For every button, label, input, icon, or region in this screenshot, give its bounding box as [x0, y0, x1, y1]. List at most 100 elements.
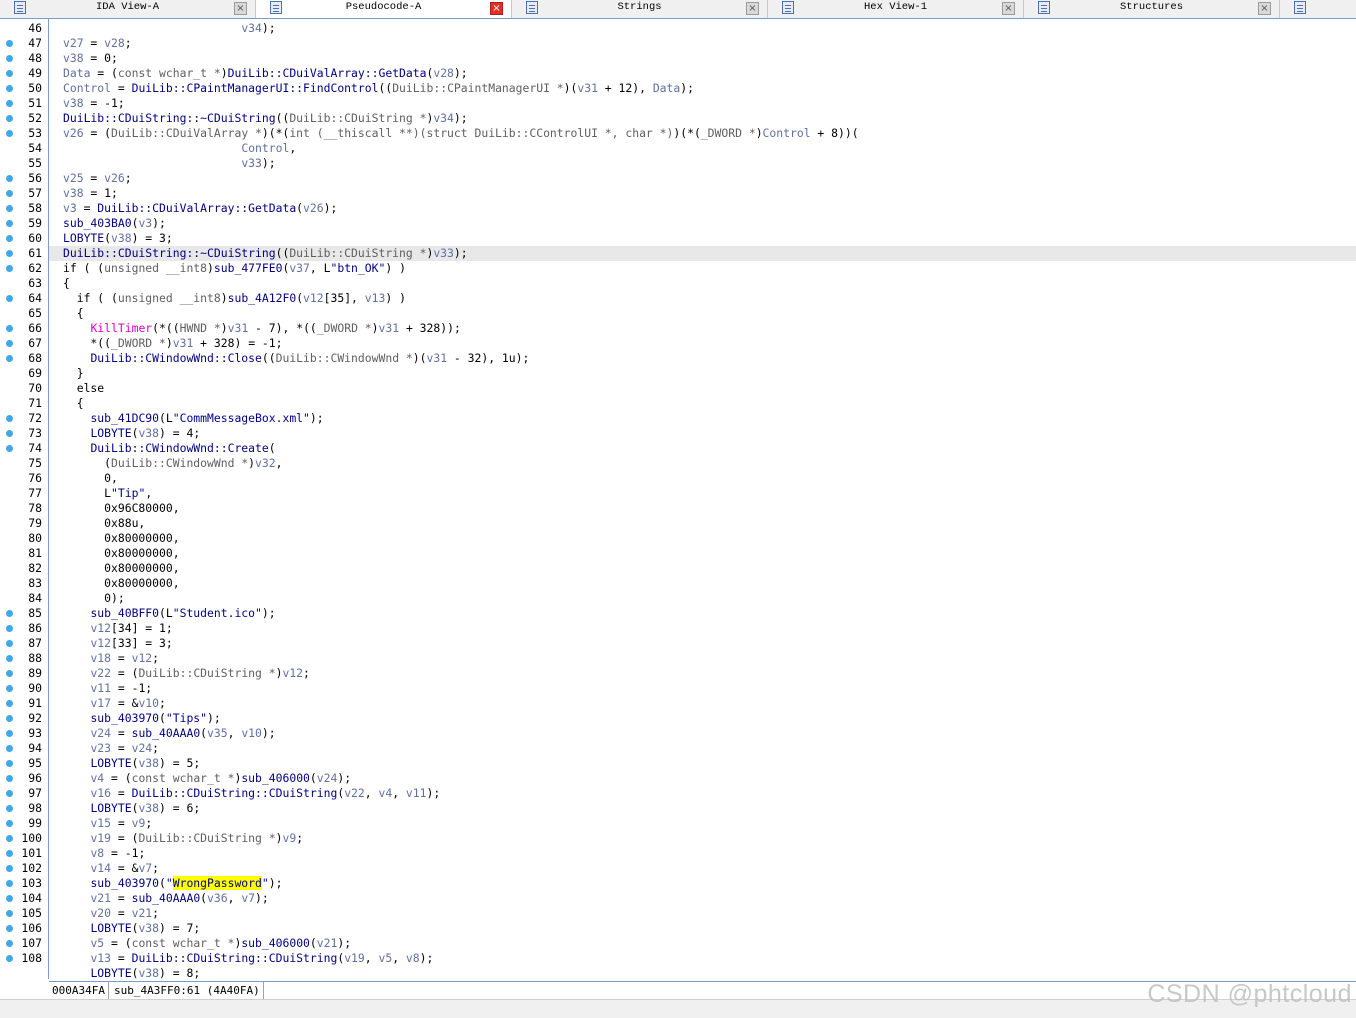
code-line[interactable]: v19 = (DuiLib::CDuiString *)v9;	[49, 831, 1356, 846]
code-line[interactable]: *((_DWORD *)v31 + 328) = -1;	[49, 336, 1356, 351]
breakpoint-dot[interactable]	[6, 820, 13, 827]
breakpoint-dot[interactable]	[6, 355, 13, 362]
tab-pseudocode[interactable]: Pseudocode-A ×	[256, 0, 512, 18]
code-line[interactable]: {	[49, 276, 1356, 291]
code-line[interactable]: v24 = sub_40AAA0(v35, v10);	[49, 726, 1356, 741]
breakpoint-dot[interactable]	[6, 895, 13, 902]
code-line[interactable]: v38 = 0;	[49, 51, 1356, 66]
code-line[interactable]: LOBYTE(v38) = 8;	[49, 966, 1356, 979]
code-line[interactable]: v38 = 1;	[49, 186, 1356, 201]
breakpoint-dot[interactable]	[6, 40, 13, 47]
close-icon[interactable]: ×	[1258, 2, 1271, 15]
breakpoint-dot[interactable]	[6, 940, 13, 947]
code-line[interactable]: v17 = &v10;	[49, 696, 1356, 711]
close-icon[interactable]: ×	[234, 2, 247, 15]
code-line[interactable]: DuiLib::CDuiString::~CDuiString((DuiLib:…	[49, 111, 1356, 126]
code-line[interactable]: DuiLib::CDuiString::~CDuiString((DuiLib:…	[49, 246, 1356, 261]
breakpoint-dot[interactable]	[6, 85, 13, 92]
code-line[interactable]: 0x88u,	[49, 516, 1356, 531]
breakpoint-dot[interactable]	[6, 175, 13, 182]
breakpoint-dot[interactable]	[6, 745, 13, 752]
tab-hex-view[interactable]: Hex View-1 ×	[768, 0, 1024, 18]
code-line[interactable]: Control,	[49, 141, 1356, 156]
code-line[interactable]: 0x80000000,	[49, 546, 1356, 561]
code-line[interactable]: v33);	[49, 156, 1356, 171]
breakpoint-dot[interactable]	[6, 925, 13, 932]
breakpoint-dot[interactable]	[6, 865, 13, 872]
breakpoint-dot[interactable]	[6, 655, 13, 662]
breakpoint-dot[interactable]	[6, 880, 13, 887]
code-line[interactable]: 0x80000000,	[49, 531, 1356, 546]
breakpoint-dot[interactable]	[6, 790, 13, 797]
code-line[interactable]: v14 = &v7;	[49, 861, 1356, 876]
breakpoint-dot[interactable]	[6, 760, 13, 767]
breakpoint-dot[interactable]	[6, 340, 13, 347]
code-line[interactable]: v23 = v24;	[49, 741, 1356, 756]
code-line[interactable]: sub_40BFF0(L"Student.ico");	[49, 606, 1356, 621]
breakpoint-dot[interactable]	[6, 835, 13, 842]
breakpoint-dot[interactable]	[6, 55, 13, 62]
tab-overflow[interactable]	[1280, 0, 1356, 18]
code-line[interactable]: v12[34] = 1;	[49, 621, 1356, 636]
breakpoint-dot[interactable]	[6, 115, 13, 122]
breakpoint-dot[interactable]	[6, 295, 13, 302]
code-line[interactable]: sub_403BA0(v3);	[49, 216, 1356, 231]
code-line[interactable]: DuiLib::CWindowWnd::Create(	[49, 441, 1356, 456]
code-line[interactable]: DuiLib::CWindowWnd::Close((DuiLib::CWind…	[49, 351, 1356, 366]
code-line[interactable]: sub_41DC90(L"CommMessageBox.xml");	[49, 411, 1356, 426]
code-line[interactable]: LOBYTE(v38) = 7;	[49, 921, 1356, 936]
breakpoint-dot[interactable]	[6, 70, 13, 77]
code-line[interactable]: sub_403970("Tips");	[49, 711, 1356, 726]
breakpoint-dot[interactable]	[6, 805, 13, 812]
breakpoint-dot[interactable]	[6, 220, 13, 227]
close-icon[interactable]: ×	[746, 2, 759, 15]
breakpoint-dot[interactable]	[6, 265, 13, 272]
code-line[interactable]: }	[49, 366, 1356, 381]
code-line[interactable]: v27 = v28;	[49, 36, 1356, 51]
code-line[interactable]: 0x80000000,	[49, 561, 1356, 576]
code-line[interactable]: LOBYTE(v38) = 6;	[49, 801, 1356, 816]
breakpoint-dot[interactable]	[6, 130, 13, 137]
tab-ida-view[interactable]: IDA View-A ×	[0, 0, 256, 18]
close-icon[interactable]: ×	[490, 2, 503, 15]
breakpoint-dot[interactable]	[6, 625, 13, 632]
breakpoint-dot[interactable]	[6, 670, 13, 677]
code-line[interactable]: v13 = DuiLib::CDuiString::CDuiString(v19…	[49, 951, 1356, 966]
code-line[interactable]: v3 = DuiLib::CDuiValArray::GetData(v26);	[49, 201, 1356, 216]
code-line[interactable]: v5 = (const wchar_t *)sub_406000(v21);	[49, 936, 1356, 951]
breakpoint-dot[interactable]	[6, 640, 13, 647]
code-line[interactable]: LOBYTE(v38) = 4;	[49, 426, 1356, 441]
code-line[interactable]: LOBYTE(v38) = 5;	[49, 756, 1356, 771]
breakpoint-dot[interactable]	[6, 715, 13, 722]
code-line[interactable]: Data = (const wchar_t *)DuiLib::CDuiValA…	[49, 66, 1356, 81]
code-line[interactable]: v22 = (DuiLib::CDuiString *)v12;	[49, 666, 1356, 681]
code-line[interactable]: Control = DuiLib::CPaintManagerUI::FindC…	[49, 81, 1356, 96]
code-line[interactable]: {	[49, 306, 1356, 321]
code-line[interactable]: 0,	[49, 471, 1356, 486]
breakpoint-dot[interactable]	[6, 910, 13, 917]
code-line[interactable]: KillTimer(*((HWND *)v31 - 7), *((_DWORD …	[49, 321, 1356, 336]
code-line[interactable]: v26 = (DuiLib::CDuiValArray *)(*(int (__…	[49, 126, 1356, 141]
breakpoint-dot[interactable]	[6, 700, 13, 707]
code-line[interactable]: v16 = DuiLib::CDuiString::CDuiString(v22…	[49, 786, 1356, 801]
code-line[interactable]: v11 = -1;	[49, 681, 1356, 696]
code-line[interactable]: 0);	[49, 591, 1356, 606]
code-line[interactable]: 0x96C80000,	[49, 501, 1356, 516]
breakpoint-dot[interactable]	[6, 415, 13, 422]
breakpoint-dot[interactable]	[6, 190, 13, 197]
code-line[interactable]: v15 = v9;	[49, 816, 1356, 831]
tab-strings[interactable]: Strings ×	[512, 0, 768, 18]
code-line[interactable]: v8 = -1;	[49, 846, 1356, 861]
breakpoint-dot[interactable]	[6, 250, 13, 257]
breakpoint-dot[interactable]	[6, 235, 13, 242]
pseudocode-view[interactable]: v34); v27 = v28; v38 = 0; Data = (const wch…	[49, 19, 1356, 979]
breakpoint-dot[interactable]	[6, 325, 13, 332]
code-line[interactable]: v4 = (const wchar_t *)sub_406000(v24);	[49, 771, 1356, 786]
code-line[interactable]: v25 = v26;	[49, 171, 1356, 186]
breakpoint-dot[interactable]	[6, 685, 13, 692]
code-line[interactable]: v34);	[49, 21, 1356, 36]
tab-structures[interactable]: Structures ×	[1024, 0, 1280, 18]
breakpoint-dot[interactable]	[6, 205, 13, 212]
code-line[interactable]: 0x80000000,	[49, 576, 1356, 591]
code-line[interactable]: LOBYTE(v38) = 3;	[49, 231, 1356, 246]
